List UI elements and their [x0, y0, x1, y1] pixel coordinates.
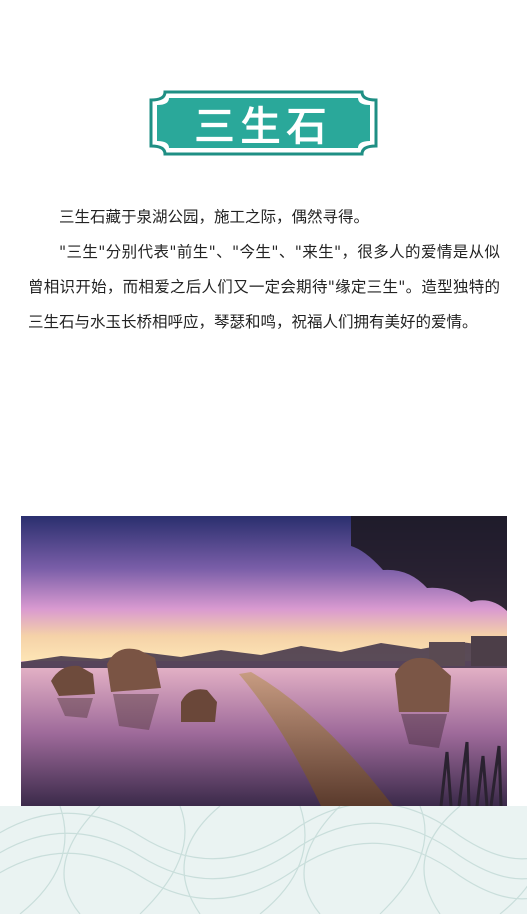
page-title: 三生石: [194, 104, 333, 150]
building: [471, 636, 507, 666]
article-body: 三生石藏于泉湖公园，施工之际，偶然寻得。 "三生"分别代表"前生"、"今生"、"…: [28, 200, 500, 340]
lake-scene-photo: [21, 516, 507, 806]
paragraph-intro: 三生石藏于泉湖公园，施工之际，偶然寻得。: [59, 208, 370, 226]
paragraph-meaning: "三生"分别代表"前生"、"今生"、"来生"，很多人的爱情是从似曾相识开始，而相…: [28, 243, 500, 331]
decorative-leaf-pattern: [0, 806, 527, 914]
title-badge: 三生石: [147, 88, 380, 158]
